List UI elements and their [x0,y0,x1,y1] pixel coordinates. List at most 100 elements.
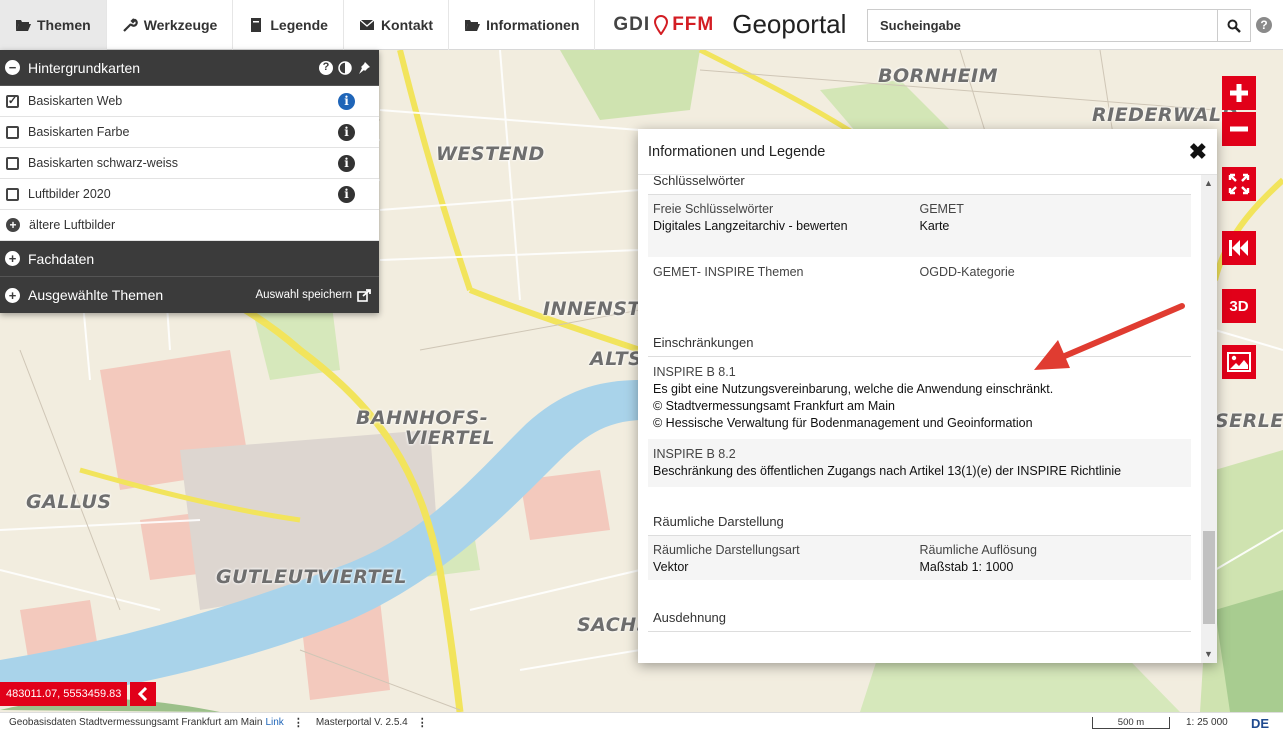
nav-label: Themen [37,16,91,33]
plus-icon [1230,84,1248,102]
panel-header-label: Ausgewählte Themen [28,287,164,303]
expand-arrows-icon [1228,173,1250,195]
zoom-in-button[interactable] [1222,76,1256,110]
hintergrundkarten-header[interactable]: − Hintergrundkarten ? [0,50,379,86]
question-icon[interactable]: ? [319,60,333,75]
layer-label: Luftbilder 2020 [28,187,111,201]
dialog-content[interactable]: Schlüsselwörter Freie Schlüsselwörter Di… [638,175,1201,663]
wrench-icon [122,17,138,32]
close-icon[interactable]: ✖ [1189,140,1207,163]
search-button[interactable] [1217,9,1251,42]
folder-label: ältere Luftbilder [29,218,116,232]
envelope-icon [359,19,375,30]
section-spatial-title: Räumliche Darstellung [648,487,1191,536]
help-button[interactable]: ? [1256,17,1272,33]
scale-value[interactable]: 1: 25 000 [1186,717,1228,728]
layer-label: Basiskarten schwarz-weiss [28,156,179,170]
layer-item-luftbilder-2020[interactable]: Luftbilder 2020 i [0,179,379,210]
panel-header-label: Fachdaten [28,250,95,267]
layer-item-basiskarten-sw[interactable]: Basiskarten schwarz-weiss i [0,148,379,179]
folder-aeltere-luftbilder[interactable]: + ältere Luftbilder [0,210,379,241]
annotation-arrow [1034,303,1185,370]
contrast-icon[interactable] [338,60,352,75]
attribution-link[interactable]: Link [265,717,283,728]
district-label: VIERTEL [405,427,496,449]
back-to-start-button[interactable] [1222,231,1256,265]
info-icon[interactable]: i [338,154,355,172]
expand-icon[interactable]: + [5,287,20,303]
fullscreen-button[interactable] [1222,167,1256,201]
checkbox-icon[interactable] [6,125,19,139]
nav-legende[interactable]: Legende [233,0,344,50]
info-legend-dialog: Informationen und Legende ✖ Schlüsselwör… [638,129,1217,663]
district-label: WESTEND [436,143,545,165]
field-value: Vektor [653,560,689,574]
scrollbar-thumb[interactable] [1203,531,1215,624]
district-label: GALLUS [26,491,112,513]
coordinate-value: 483011.07, 5553459.83 [0,682,128,706]
dialog-header: Informationen und Legende ✖ [638,129,1217,175]
field-value: Digitales Langzeitarchiv - bewerten [653,219,848,233]
layer-item-basiskarten-farbe[interactable]: Basiskarten Farbe i [0,117,379,148]
fachdaten-header[interactable]: + Fachdaten [0,241,379,277]
more-vert-icon[interactable]: ⋮ [293,716,304,729]
district-label: RIEDERWALD [1092,104,1238,126]
background-switch-button[interactable] [1222,345,1256,379]
dialog-title: Informationen und Legende [648,143,826,160]
nav-kontakt[interactable]: Kontakt [344,0,450,50]
restriction-code: INSPIRE B 8.2 [653,447,736,461]
search-bar [867,9,1251,42]
layer-label: Basiskarten Web [28,94,123,108]
field-label: Räumliche Auflösung [919,543,1037,557]
spatial-row: Räumliche Darstellungsart Vektor Räumlic… [648,536,1191,580]
info-icon[interactable]: i [338,123,355,141]
search-icon [1227,19,1241,33]
restriction-text: © Hessische Verwaltung für Bodenmanageme… [653,416,1033,430]
nav-label: Legende [270,16,328,33]
portal-title: Geoportal [732,9,847,39]
dialog-scrollbar[interactable]: ▲ ▼ [1201,175,1217,663]
brand: GDI FFM Geoportal [613,9,846,40]
selected-themes-header[interactable]: + Ausgewählte Themen Auswahl speichern [0,277,379,313]
district-label: BORNHEIM [878,65,999,87]
restriction-text: Es gibt eine Nutzungsvereinbarung, welch… [653,382,1054,396]
district-label: GUTLEUTVIERTEL [216,566,408,588]
layer-label: Basiskarten Farbe [28,125,130,139]
search-input[interactable] [867,9,1217,42]
keywords-row: Freie Schlüsselwörter Digitales Langzeit… [648,195,1191,257]
coordinate-toggle-button[interactable] [130,682,157,706]
scroll-up-icon[interactable]: ▲ [1204,178,1213,188]
header-tools: ? [319,60,371,75]
checkbox-checked-icon[interactable]: ✓ [6,94,19,108]
language-switch[interactable]: DE [1251,716,1269,731]
3d-button[interactable]: 3D [1222,289,1256,323]
more-vert-icon[interactable]: ⋮ [417,716,428,729]
expand-icon[interactable]: + [6,218,20,232]
info-icon[interactable]: i [338,185,355,203]
zoom-out-button[interactable] [1222,112,1256,146]
book-icon [251,17,262,32]
collapse-icon[interactable]: − [5,60,20,75]
checkbox-icon[interactable] [6,187,19,201]
thumbtack-icon[interactable] [357,61,371,75]
expand-icon[interactable]: + [5,251,20,266]
minus-icon [1230,126,1248,132]
info-icon[interactable]: i [338,92,355,110]
checkbox-icon[interactable] [6,156,19,170]
field-value: Karte [919,219,950,233]
gdiffm-logo: GDI FFM [613,13,715,35]
save-selection-label: Auswahl speichern [255,289,352,301]
scroll-down-icon[interactable]: ▼ [1204,649,1213,659]
restriction-text: Beschränkung des öffentlichen Zugangs na… [653,464,1122,478]
folder-open-icon [16,19,31,31]
map-pin-icon [654,14,669,35]
nav-themen[interactable]: Themen [0,0,107,50]
section-keywords-title: Schlüsselwörter [648,175,1191,195]
save-selection-button[interactable]: Auswahl speichern [255,288,371,302]
top-navigation: Themen Werkzeuge Legende Kontakt Informa… [0,0,1283,50]
field-label: Räumliche Darstellungsart [653,543,800,557]
layer-item-basiskarten-web[interactable]: ✓ Basiskarten Web i [0,86,379,117]
nav-werkzeuge[interactable]: Werkzeuge [107,0,234,50]
fast-backward-icon [1229,240,1248,256]
nav-informationen[interactable]: Informationen [449,0,596,50]
